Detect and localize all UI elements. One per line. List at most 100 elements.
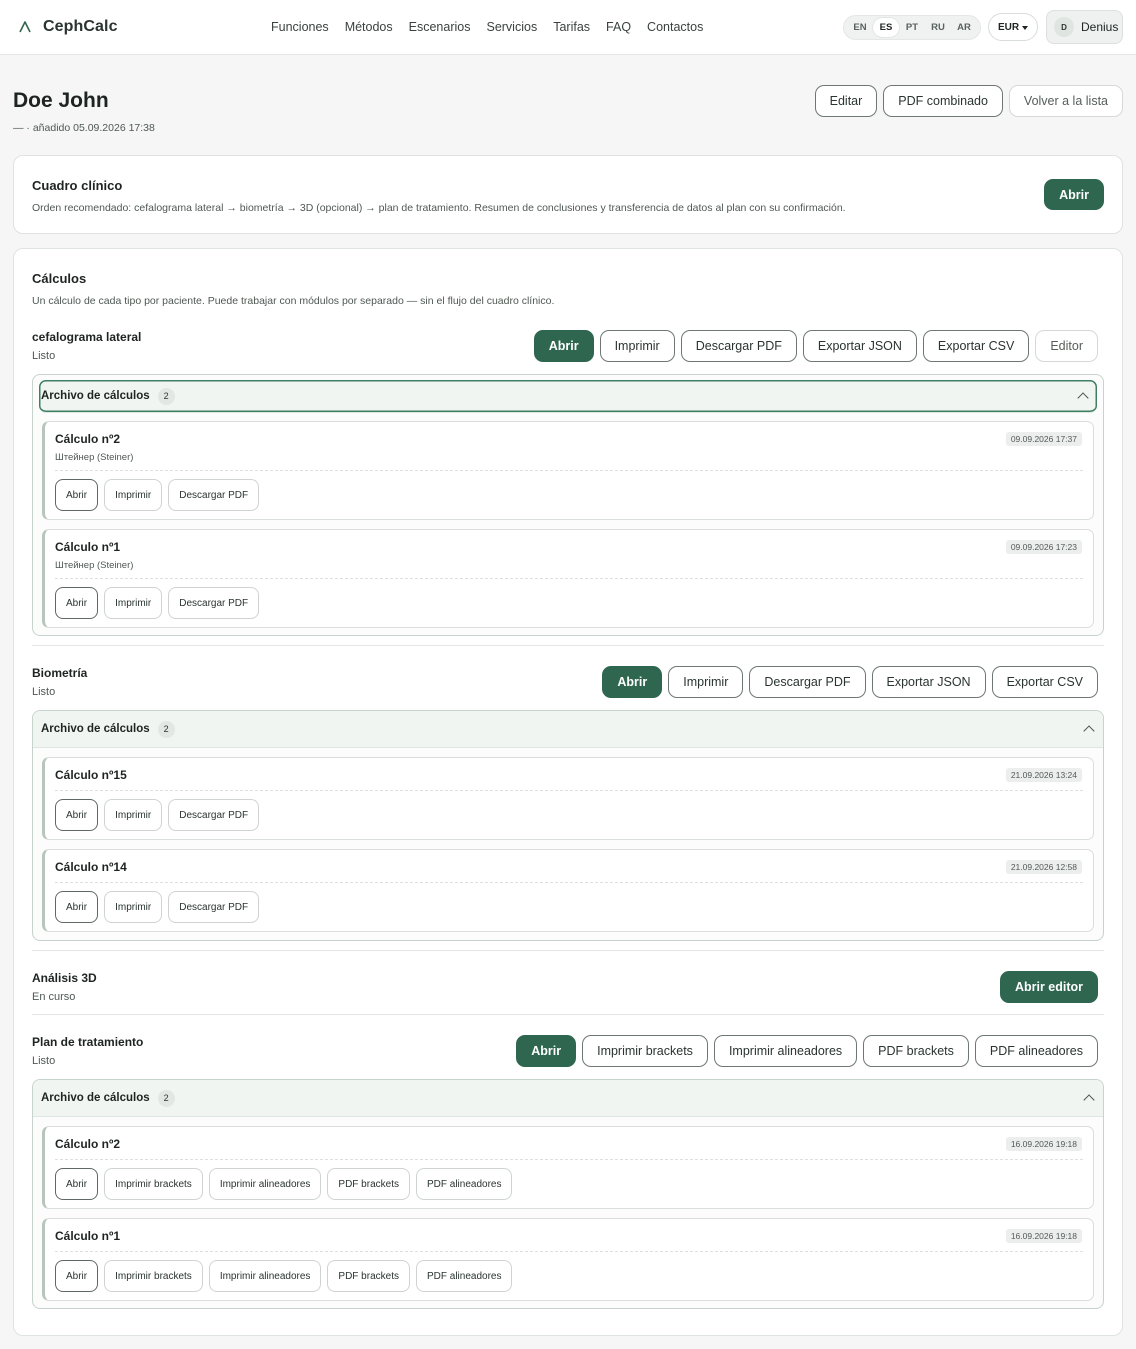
calc-print-aligners-button[interactable]: Imprimir alineadores — [208, 1260, 322, 1292]
bio-export-csv-button[interactable]: Exportar CSV — [991, 666, 1098, 698]
module-ceph: cefalograma lateral Listo Abrir Imprimir… — [32, 330, 1104, 366]
calc-pdf-brackets-button[interactable]: PDF brackets — [327, 1260, 410, 1292]
brand-logo[interactable]: CephCalc — [14, 14, 118, 40]
calc-open-button[interactable]: Abrir — [55, 1260, 99, 1292]
calc-print-button[interactable]: Imprimir — [104, 479, 163, 511]
calc-actions: Abrir Imprimir brackets Imprimir alinead… — [55, 1260, 513, 1292]
calc-title: Cálculo nº15 — [55, 768, 127, 782]
bio-export-json-button[interactable]: Exportar JSON — [871, 666, 986, 698]
calc-download-pdf-button[interactable]: Descargar PDF — [168, 799, 260, 831]
bio-open-button[interactable]: Abrir — [602, 666, 663, 698]
nav-contactos[interactable]: Contactos — [639, 18, 711, 36]
clinical-open-button[interactable]: Abrir — [1044, 179, 1104, 210]
ceph-open-button[interactable]: Abrir — [533, 330, 594, 362]
calc-date-badge: 09.09.2026 17:23 — [1005, 540, 1082, 554]
chevron-up-icon — [1077, 392, 1089, 404]
calc-title: Cálculo nº14 — [55, 860, 127, 874]
plan-pdf-aligners-button[interactable]: PDF alineadores — [974, 1035, 1098, 1067]
calc-download-pdf-button[interactable]: Descargar PDF — [168, 891, 260, 923]
edit-button[interactable]: Editar — [814, 85, 878, 117]
nav-faq[interactable]: FAQ — [598, 18, 639, 36]
plan-archive: Archivo de cálculos 2 Cálculo nº2 16.09.… — [32, 1079, 1104, 1309]
archive-label: Archivo de cálculos — [41, 1092, 150, 1104]
list-item: Cálculo nº2 16.09.2026 19:18 Abrir Impri… — [42, 1126, 1094, 1209]
calc-download-pdf-button[interactable]: Descargar PDF — [168, 587, 260, 619]
calc-pdf-aligners-button[interactable]: PDF alineadores — [415, 1260, 513, 1292]
nav-servicios[interactable]: Servicios — [478, 18, 545, 36]
nav-escenarios[interactable]: Escenarios — [401, 18, 479, 36]
clinical-card: Cuadro clínico Orden recomendado: cefalo… — [13, 155, 1123, 234]
list-item: Cálculo nº2 Штейнер (Steiner) 09.09.2026… — [42, 421, 1094, 520]
ceph-download-pdf-button[interactable]: Descargar PDF — [680, 330, 797, 362]
calc-print-button[interactable]: Imprimir — [104, 799, 163, 831]
nav-metodos[interactable]: Métodos — [337, 18, 401, 36]
lang-pt[interactable]: PT — [899, 18, 925, 37]
user-menu[interactable]: D Denius — [1046, 10, 1123, 44]
page-title: Doe John — [13, 89, 109, 112]
chevron-up-icon — [1083, 1094, 1095, 1106]
clinical-description: Orden recomendado: cefalograma lateral →… — [32, 202, 846, 214]
main-nav: Funciones Métodos Escenarios Servicios T… — [263, 18, 711, 36]
nav-tarifas[interactable]: Tarifas — [545, 18, 598, 36]
calc-print-brackets-button[interactable]: Imprimir brackets — [104, 1168, 203, 1200]
module-name: Análisis 3D — [32, 971, 97, 985]
calc-pdf-brackets-button[interactable]: PDF brackets — [327, 1168, 410, 1200]
archive-toggle[interactable]: Archivo de cálculos 2 — [39, 380, 1097, 413]
calc-print-aligners-button[interactable]: Imprimir alineadores — [208, 1168, 322, 1200]
nav-funciones[interactable]: Funciones — [263, 18, 337, 36]
chevron-down-icon — [1022, 25, 1029, 30]
calc-title: Cálculo nº2 — [55, 1137, 121, 1151]
logo-icon — [14, 16, 36, 38]
lang-ar[interactable]: AR — [951, 18, 977, 37]
plan-open-button[interactable]: Abrir — [516, 1035, 577, 1067]
calc-open-button[interactable]: Abrir — [55, 587, 99, 619]
plan-print-aligners-button[interactable]: Imprimir alineadores — [713, 1035, 858, 1067]
calculations-title: Cálculos — [32, 271, 87, 286]
combined-pdf-button[interactable]: PDF combinado — [883, 85, 1003, 117]
archive-toggle[interactable]: Archivo de cálculos 2 — [33, 711, 1103, 748]
calc-print-button[interactable]: Imprimir — [104, 587, 163, 619]
currency-select[interactable]: EUR — [988, 13, 1038, 41]
top-bar: CephCalc Funciones Métodos Escenarios Se… — [0, 0, 1136, 55]
module-actions: Abrir Imprimir brackets Imprimir alinead… — [516, 1035, 1098, 1067]
calc-pdf-aligners-button[interactable]: PDF alineadores — [415, 1168, 513, 1200]
calc-date-badge: 09.09.2026 17:37 — [1005, 432, 1082, 446]
calc-date-badge: 16.09.2026 19:18 — [1005, 1229, 1082, 1243]
archive-count-badge: 2 — [157, 720, 175, 738]
bio-print-button[interactable]: Imprimir — [668, 666, 744, 698]
calc-open-button[interactable]: Abrir — [55, 891, 99, 923]
list-item: Cálculo nº1 Штейнер (Steiner) 09.09.2026… — [42, 529, 1094, 628]
brand-name: CephCalc — [43, 18, 118, 35]
plan-print-brackets-button[interactable]: Imprimir brackets — [582, 1035, 708, 1067]
calc-open-button[interactable]: Abrir — [55, 1168, 99, 1200]
module-treatment-plan: Plan de tratamiento Listo Abrir Imprimir… — [32, 1035, 1104, 1071]
ceph-editor-button[interactable]: Editor — [1035, 330, 1098, 362]
plan-pdf-brackets-button[interactable]: PDF brackets — [863, 1035, 969, 1067]
calc-download-pdf-button[interactable]: Descargar PDF — [168, 479, 260, 511]
bio-archive: Archivo de cálculos 2 Cálculo nº15 21.09… — [32, 710, 1104, 941]
bio-download-pdf-button[interactable]: Descargar PDF — [749, 666, 866, 698]
calc-print-brackets-button[interactable]: Imprimir brackets — [104, 1260, 203, 1292]
calc-open-button[interactable]: Abrir — [55, 479, 99, 511]
calc-actions: Abrir Imprimir Descargar PDF — [55, 479, 260, 511]
calc-title: Cálculo nº1 — [55, 540, 121, 554]
ceph-export-csv-button[interactable]: Exportar CSV — [922, 330, 1030, 362]
module-3d: Análisis 3D En curso Abrir editor — [32, 971, 1104, 1007]
header-actions: Editar PDF combinado Volver a la lista — [814, 85, 1123, 117]
back-to-list-button[interactable]: Volver a la lista — [1008, 85, 1123, 117]
calc-print-button[interactable]: Imprimir — [104, 891, 163, 923]
list-item: Cálculo nº14 21.09.2026 12:58 Abrir Impr… — [42, 849, 1094, 932]
calc-date-badge: 21.09.2026 13:24 — [1005, 768, 1082, 782]
divider — [55, 1159, 1083, 1160]
calc-open-button[interactable]: Abrir — [55, 799, 99, 831]
open-3d-editor-button[interactable]: Abrir editor — [999, 971, 1098, 1003]
ceph-archive: Archivo de cálculos 2 Cálculo nº2 Штейне… — [32, 374, 1104, 636]
ceph-print-button[interactable]: Imprimir — [599, 330, 675, 362]
lang-es[interactable]: ES — [873, 18, 899, 37]
divider — [32, 645, 1104, 646]
lang-ru[interactable]: RU — [925, 18, 951, 37]
lang-en[interactable]: EN — [847, 18, 873, 37]
ceph-export-json-button[interactable]: Exportar JSON — [802, 330, 917, 362]
archive-toggle[interactable]: Archivo de cálculos 2 — [33, 1080, 1103, 1117]
divider — [55, 882, 1083, 883]
